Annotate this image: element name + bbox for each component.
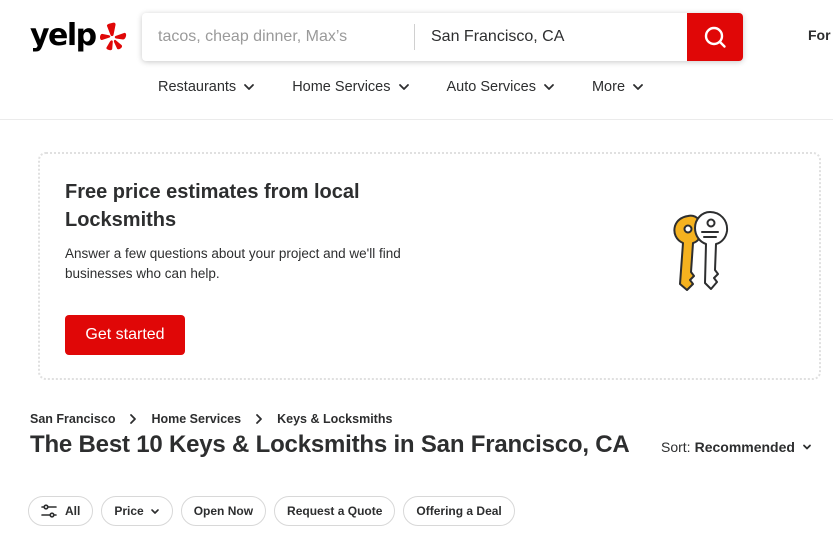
breadcrumb-item-keys-locksmiths[interactable]: Keys & Locksmiths — [277, 412, 392, 426]
nav-item-auto-services[interactable]: Auto Services — [447, 76, 556, 98]
nav-item-home-services[interactable]: Home Services — [292, 76, 410, 98]
sliders-icon — [41, 504, 57, 518]
nav-item-label: Auto Services — [446, 79, 536, 95]
price-estimate-card: Free price estimates from local Locksmit… — [38, 152, 821, 380]
breadcrumb-item-home-services[interactable]: Home Services — [151, 412, 241, 426]
search-location-input[interactable] — [415, 13, 687, 61]
filter-offering-deal-button[interactable]: Offering a Deal — [403, 496, 515, 526]
page: yelp For — [0, 0, 833, 533]
category-nav: Restaurants Home Services Auto Services … — [158, 76, 681, 98]
filter-bar: All Price Open Now Request a Quote Offer… — [28, 496, 523, 526]
search-find-input[interactable] — [142, 13, 414, 61]
breadcrumb-item-san-francisco[interactable]: San Francisco — [30, 412, 115, 426]
breadcrumb: San Francisco Home Services Keys & Locks… — [30, 412, 392, 426]
chevron-down-icon — [803, 444, 811, 450]
filter-price-button[interactable]: Price — [101, 496, 173, 526]
filter-open-now-button[interactable]: Open Now — [180, 496, 267, 526]
chevron-down-icon — [150, 509, 159, 514]
nav-item-restaurants[interactable]: Restaurants — [158, 76, 256, 98]
top-header: yelp For — [0, 0, 833, 120]
promo-title: Free price estimates from local Locksmit… — [65, 181, 360, 231]
sort-label: Sort: — [661, 439, 691, 455]
chevron-down-icon — [633, 84, 643, 90]
search-button[interactable] — [687, 13, 743, 61]
filter-price-label: Price — [114, 504, 144, 518]
nav-item-label: More — [591, 79, 626, 95]
search-bar — [142, 13, 743, 61]
chevron-down-icon — [398, 84, 409, 90]
chevron-down-icon — [244, 84, 255, 90]
filter-all-button[interactable]: All — [28, 496, 94, 526]
nav-item-label: Home Services — [292, 79, 391, 95]
promo-description: Answer a few questions about your projec… — [65, 246, 401, 281]
yelp-logo[interactable]: yelp — [30, 20, 128, 52]
for-business-link[interactable]: For — [808, 27, 831, 43]
get-started-button[interactable]: Get started — [65, 315, 185, 355]
chevron-right-icon — [129, 413, 137, 425]
keys-icon — [673, 211, 729, 291]
chevron-down-icon — [544, 84, 554, 90]
logo-wordmark: yelp — [30, 18, 97, 53]
sort-value: Recommended — [694, 439, 795, 455]
chevron-right-icon — [255, 413, 263, 425]
sort-dropdown[interactable]: Sort: Recommended — [661, 439, 813, 455]
search-icon — [704, 26, 726, 48]
filter-all-label: All — [65, 504, 81, 518]
yelp-burst-icon — [99, 22, 126, 51]
nav-item-label: Restaurants — [158, 79, 237, 95]
nav-item-more[interactable]: More — [592, 76, 645, 98]
filter-request-quote-button[interactable]: Request a Quote — [274, 496, 396, 526]
page-title: The Best 10 Keys & Locksmiths in San Fra… — [30, 431, 630, 458]
